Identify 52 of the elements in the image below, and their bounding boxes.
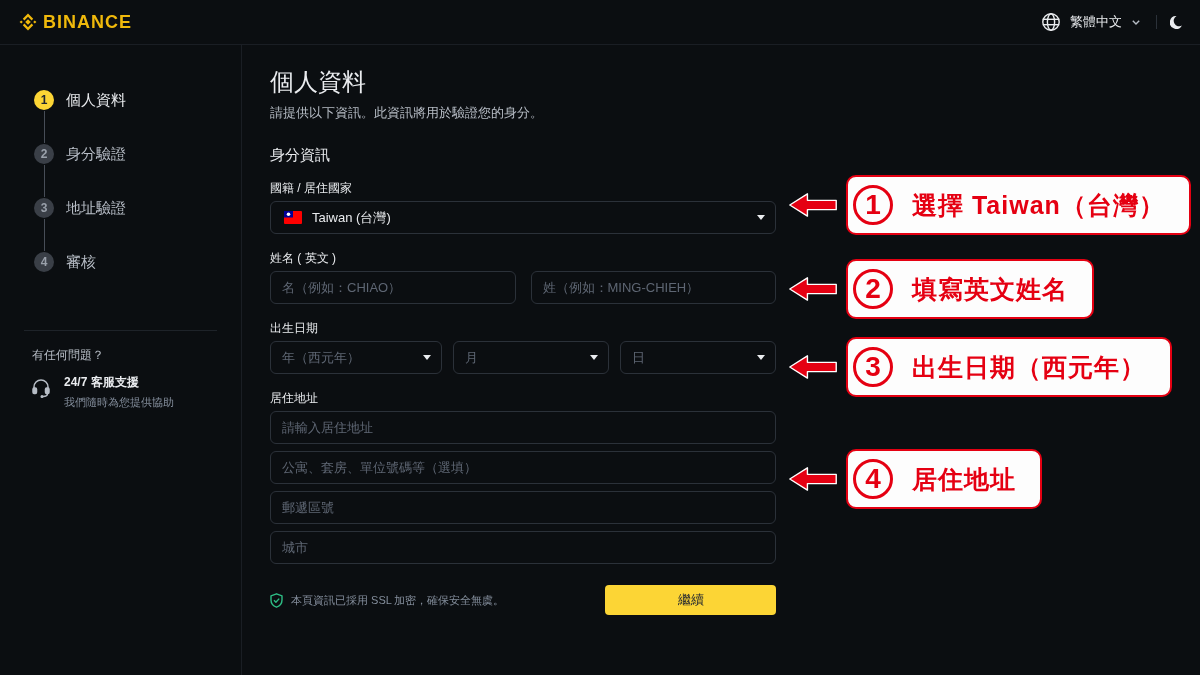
callout-number: 2 xyxy=(853,269,893,309)
callout-number: 1 xyxy=(853,185,893,225)
flag-icon xyxy=(284,211,302,224)
caret-icon xyxy=(757,215,765,220)
callout-text: 填寫英文姓名 xyxy=(912,274,1068,305)
field-label: 國籍 / 居住國家 xyxy=(270,180,353,197)
callout-number: 4 xyxy=(853,459,893,499)
left-arrow-icon xyxy=(787,354,839,380)
language-selector[interactable]: 繁體中文 xyxy=(1042,13,1140,31)
callout-text: 出生日期（西元年） xyxy=(912,352,1146,383)
callout-text: 居住地址 xyxy=(912,464,1016,495)
globe-icon xyxy=(1042,13,1060,31)
step-label: 個人資料 xyxy=(66,90,126,110)
callout-number: 3 xyxy=(853,347,893,387)
text-field[interactable]: 公寓、套房、單位號碼等（選填） xyxy=(270,451,776,484)
caret-icon xyxy=(590,355,598,360)
logo-text: BINANCE xyxy=(43,12,132,32)
caret-icon xyxy=(423,355,431,360)
callout-text: 選擇 Taiwan（台灣） xyxy=(912,190,1165,221)
support-text: 我們隨時為您提供協助 xyxy=(64,395,174,410)
country-dropdown[interactable]: Taiwan (台灣) xyxy=(270,201,776,234)
left-arrow-icon xyxy=(787,466,839,492)
page-title: 個人資料 xyxy=(270,67,367,97)
left-arrow-icon xyxy=(787,192,839,218)
text-field[interactable]: 郵遞區號 xyxy=(270,491,776,524)
step-number: 2 xyxy=(34,144,54,164)
step-label: 審核 xyxy=(66,252,96,272)
step-label: 身分驗證 xyxy=(66,144,126,164)
caret-icon xyxy=(757,355,765,360)
left-arrow-icon xyxy=(787,276,839,302)
security-note: 本頁資訊已採用 SSL 加密，確保安全無虞。 xyxy=(291,593,505,608)
section-heading: 身分資訊 xyxy=(270,145,331,165)
step-number: 1 xyxy=(34,90,54,110)
step-number: 4 xyxy=(34,252,54,272)
help-title: 有任何問題？ xyxy=(32,347,105,363)
text-field[interactable]: 請輸入居住地址 xyxy=(270,411,776,444)
shield-check-icon xyxy=(270,592,283,608)
moon-icon[interactable] xyxy=(1170,15,1182,29)
step-number: 3 xyxy=(34,198,54,218)
field-label: 姓名 ( 英文 ) xyxy=(270,250,337,267)
support-title: 24/7 客服支援 xyxy=(64,374,140,391)
step-label: 地址驗證 xyxy=(66,198,126,218)
text-field[interactable]: 城市 xyxy=(270,531,776,564)
logo-icon xyxy=(18,12,38,32)
field-label: 出生日期 xyxy=(270,320,319,337)
headset-icon xyxy=(32,378,50,398)
text-field[interactable]: 名（例如：CHIAO） xyxy=(270,271,516,304)
continue-button[interactable]: 繼續 xyxy=(605,585,776,615)
page-subtitle: 請提供以下資訊。此資訊將用於驗證您的身分。 xyxy=(270,104,544,122)
field-label: 居住地址 xyxy=(270,390,319,407)
chevron-down-icon xyxy=(1132,19,1140,25)
text-field[interactable]: 姓（例如：MING-CHIEH） xyxy=(530,271,776,304)
